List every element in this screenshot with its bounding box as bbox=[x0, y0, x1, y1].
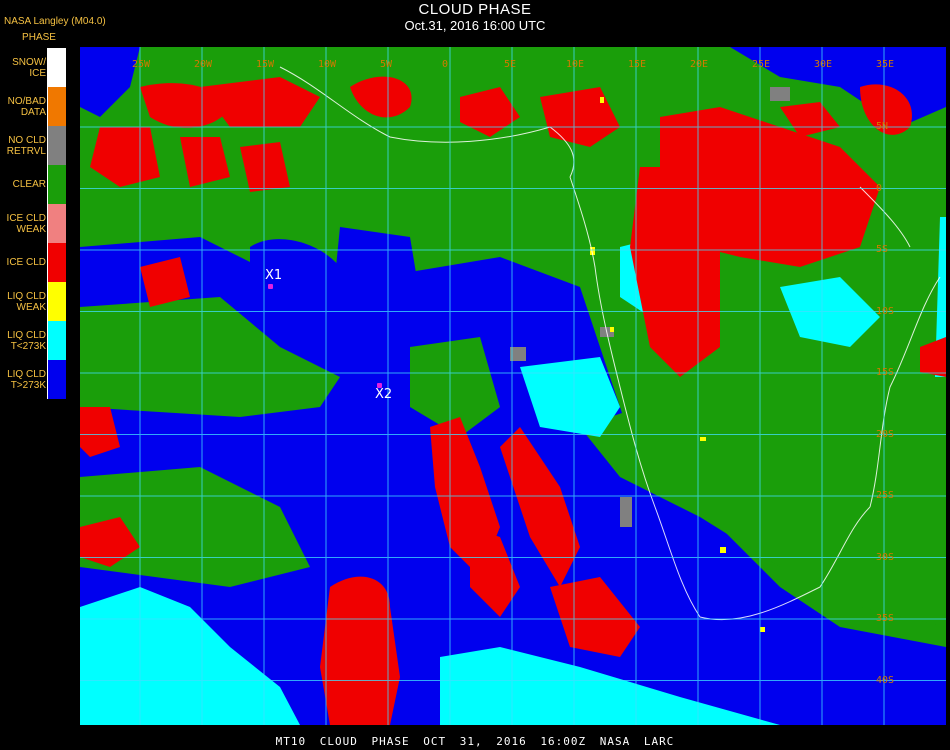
legend-item-swatch bbox=[47, 282, 66, 321]
legend-item-label: LIQ CLD T>273K bbox=[0, 369, 46, 391]
latitude-label: 25S bbox=[876, 490, 895, 501]
longitude-label: 35E bbox=[876, 59, 895, 70]
legend-item-swatch bbox=[47, 87, 66, 126]
legend-item-swatch bbox=[47, 204, 66, 243]
legend-item-line: T>273K bbox=[10, 380, 46, 391]
legend-item-line: LIQ CLD bbox=[7, 330, 46, 341]
legend-item-line: NO/BAD bbox=[7, 96, 46, 107]
legend-item: SNOW/ICE bbox=[0, 48, 66, 87]
latitude-label: 10S bbox=[876, 305, 895, 317]
legend-item-line: T<273K bbox=[10, 341, 46, 352]
legend-item-line: LIQ CLD bbox=[7, 369, 46, 380]
legend-item-line: NO CLD bbox=[8, 135, 46, 146]
legend-item-line: RETRVL bbox=[6, 146, 46, 157]
longitude-label: 15E bbox=[628, 59, 647, 70]
longitude-label: 5W bbox=[380, 59, 393, 70]
map-timestamp: Oct.31, 2016 16:00 UTC bbox=[404, 18, 546, 33]
longitude-label: 20W bbox=[194, 59, 213, 70]
marker-x2-label: X2 bbox=[375, 387, 393, 402]
map-canvas bbox=[80, 47, 946, 725]
legend-item-label: ICE CLD bbox=[0, 257, 46, 268]
legend-item: LIQ CLD T<273K bbox=[0, 321, 66, 360]
legend-item-label: NO/BAD DATA bbox=[0, 96, 46, 118]
longitude-label: 15W bbox=[256, 59, 275, 70]
marker-x1-dot bbox=[268, 284, 273, 289]
latitude-label: 20S bbox=[876, 428, 895, 440]
legend-title: PHASE bbox=[22, 32, 56, 43]
latitude-label: 30S bbox=[876, 551, 895, 563]
legend-item-line: SNOW/ bbox=[12, 57, 46, 68]
marker-x1-label: X1 bbox=[265, 268, 283, 283]
legend-item-swatch bbox=[47, 48, 66, 87]
legend-item-line: ICE CLD bbox=[6, 213, 46, 224]
longitude-label: 25W bbox=[132, 59, 151, 70]
legend-item-swatch bbox=[47, 321, 66, 360]
legend-item-swatch bbox=[47, 243, 66, 282]
legend-item: ICE CLD WEAK bbox=[0, 204, 66, 243]
legend-item-swatch bbox=[47, 360, 66, 399]
legend-item-label: LIQ CLD WEAK bbox=[0, 291, 46, 313]
footer-caption: MT10 CLOUD PHASE OCT 31, 2016 16:00Z NAS… bbox=[275, 735, 675, 748]
latitude-label: 15S bbox=[876, 367, 895, 378]
legend-item-label: NO CLD RETRVL bbox=[0, 135, 46, 157]
legend-item-line: DATA bbox=[20, 107, 46, 118]
legend-item-label: ICE CLD WEAK bbox=[0, 213, 46, 235]
legend-item: NO CLD RETRVL bbox=[0, 126, 66, 165]
legend-item-label: CLEAR bbox=[0, 179, 46, 190]
legend-item: LIQ CLD T>273K bbox=[0, 360, 66, 399]
legend-item-line: WEAK bbox=[16, 224, 46, 235]
longitude-label: 10E bbox=[566, 59, 585, 70]
longitude-label: 20E bbox=[690, 59, 709, 70]
longitude-label: 30E bbox=[814, 59, 833, 70]
legend-item: CLEAR bbox=[0, 165, 66, 204]
cloud-phase-map: 25W 20W 15W 10W 5W 0 5E 10E 15E 20E 25E 30E 35E 5N 0 5… bbox=[80, 47, 946, 725]
latitude-label: 5S bbox=[876, 244, 889, 255]
longitude-label: 0 bbox=[442, 59, 449, 70]
legend-item-swatch bbox=[47, 165, 66, 204]
latitude-label: 0 bbox=[876, 182, 883, 194]
latitude-label: 35S bbox=[876, 613, 895, 624]
legend-item: NO/BAD DATA bbox=[0, 87, 66, 126]
latitude-label: 5N bbox=[876, 121, 889, 132]
legend-item-line: WEAK bbox=[16, 302, 46, 313]
legend-item-swatch bbox=[47, 126, 66, 165]
legend-item: LIQ CLD WEAK bbox=[0, 282, 66, 321]
legend-item-line: LIQ CLD bbox=[7, 291, 46, 302]
map-title: CLOUD PHASE bbox=[418, 1, 532, 18]
latitude-label: 40S bbox=[876, 674, 895, 686]
legend-item-line: ICE CLD bbox=[6, 257, 46, 268]
longitude-label: 10W bbox=[318, 59, 337, 70]
legend-item-label: SNOW/ICE bbox=[0, 57, 46, 79]
legend-item-label: LIQ CLD T<273K bbox=[0, 330, 46, 352]
longitude-label: 25E bbox=[752, 59, 771, 70]
legend-item: ICE CLD bbox=[0, 243, 66, 282]
longitude-label: 5E bbox=[504, 59, 517, 70]
legend-item-line: CLEAR bbox=[12, 179, 46, 190]
legend-item-line: ICE bbox=[29, 68, 46, 79]
